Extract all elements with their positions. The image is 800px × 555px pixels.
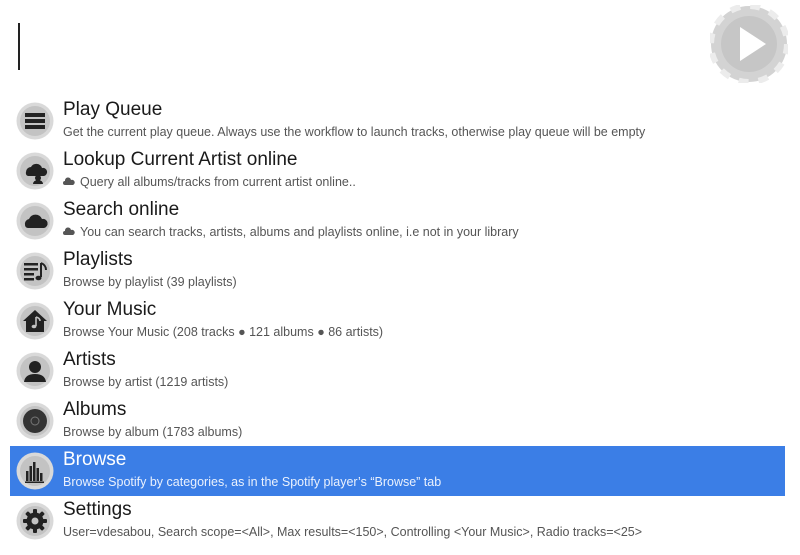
playlist-icon	[16, 252, 54, 290]
cloud-icon	[16, 202, 54, 240]
search-field[interactable]	[0, 0, 800, 95]
result-title: Lookup Current Artist online	[63, 149, 298, 170]
result-title: Play Queue	[63, 99, 163, 120]
result-subtitle: Browse Your Music (208 tracks ● 121 albu…	[63, 325, 384, 339]
text-caret	[18, 23, 20, 70]
result-title: Settings	[63, 499, 132, 520]
result-title: Albums	[63, 399, 127, 420]
equalizer-icon	[16, 452, 54, 490]
result-title: Artists	[63, 349, 116, 370]
result-play-queue[interactable]: Play Queue Get the current play queue. A…	[10, 96, 785, 146]
result-subtitle: Browse by album (1783 albums)	[63, 425, 243, 439]
result-title: Playlists	[63, 249, 133, 270]
subtitle-text: You can search tracks, artists, albums a…	[80, 225, 519, 239]
result-subtitle: Browse Spotify by categories, as in the …	[63, 475, 442, 489]
result-subtitle: Browse by artist (1219 artists)	[63, 375, 229, 389]
subtitle-text: Query all albums/tracks from current art…	[80, 175, 356, 189]
result-artists[interactable]: Artists Browse by artist (1219 artists)	[10, 346, 785, 396]
result-subtitle: User=vdesabou, Search scope=<All>, Max r…	[63, 525, 643, 539]
album-disc-icon	[16, 402, 54, 440]
result-title: Browse	[63, 449, 127, 470]
result-subtitle: Get the current play queue. Always use t…	[63, 125, 646, 139]
result-subtitle: Browse by playlist (39 playlists)	[63, 275, 237, 289]
result-title: Your Music	[63, 299, 157, 320]
person-icon	[16, 352, 54, 390]
cloud-icon	[63, 227, 75, 235]
result-subtitle: You can search tracks, artists, albums a…	[63, 225, 519, 239]
result-subtitle: Query all albums/tracks from current art…	[63, 175, 356, 189]
result-lookup-artist-online[interactable]: Lookup Current Artist online Query all a…	[10, 146, 785, 196]
home-music-icon	[16, 302, 54, 340]
result-playlists[interactable]: Playlists Browse by playlist (39 playlis…	[10, 246, 785, 296]
result-search-online[interactable]: Search online You can search tracks, art…	[10, 196, 785, 246]
queue-icon	[16, 102, 54, 140]
play-logo-icon	[710, 5, 788, 83]
gear-icon	[16, 502, 54, 540]
cloud-icon	[63, 177, 75, 185]
result-title: Search online	[63, 199, 180, 220]
result-your-music[interactable]: Your Music Browse Your Music (208 tracks…	[10, 296, 785, 346]
result-settings[interactable]: Settings User=vdesabou, Search scope=<Al…	[10, 496, 785, 546]
results-list: Play Queue Get the current play queue. A…	[10, 96, 785, 546]
result-browse[interactable]: Browse Browse Spotify by categories, as …	[10, 446, 785, 496]
cloud-user-icon	[16, 152, 54, 190]
result-albums[interactable]: Albums Browse by album (1783 albums)	[10, 396, 785, 446]
